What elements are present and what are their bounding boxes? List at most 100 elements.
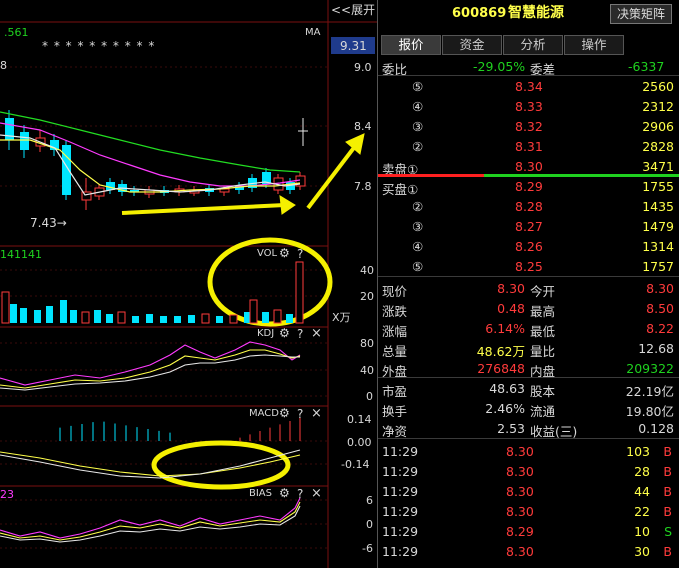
help-icon[interactable]: ? <box>297 248 303 260</box>
vol-label: VOL <box>257 248 278 259</box>
stat-value: 276848 <box>477 361 525 376</box>
macd-y1: 0.14 <box>347 413 372 426</box>
buys-level: ④ <box>412 239 424 254</box>
decision-matrix-button[interactable]: 决策矩阵 <box>610 4 672 24</box>
buys-volume: 1757 <box>642 259 674 274</box>
gear-icon[interactable]: ⚙ <box>279 487 290 499</box>
buys-level: ③ <box>412 219 424 234</box>
volume-bar <box>146 314 153 323</box>
price-top: 9.31 <box>340 39 367 53</box>
weibi-row: 委比 -29.05% 委差 -6337 <box>382 59 665 77</box>
volume-bar <box>160 316 167 323</box>
stat-row: 净资 2.53 收益(三) 0.128 <box>378 418 679 439</box>
buys-price: 8.28 <box>515 199 543 214</box>
stat-row: 涨跌 0.48 最高 8.50 <box>378 298 679 319</box>
stat-value: 2.53 <box>497 421 525 436</box>
help-icon[interactable]: ? <box>297 408 303 420</box>
volume-bar <box>286 314 293 323</box>
close-icon[interactable]: × <box>311 407 322 420</box>
stat-value: 8.30 <box>646 281 674 296</box>
bias-y2: 0 <box>366 518 373 531</box>
buys-level: ② <box>412 199 424 214</box>
stat-value: 8.30 <box>497 281 525 296</box>
help-icon[interactable]: ? <box>297 328 303 340</box>
close-icon[interactable]: × <box>311 327 322 340</box>
stat-row: 市盈 48.63 股本 22.19亿 <box>378 378 679 399</box>
buys-price: 8.25 <box>515 259 543 274</box>
tick-row: 11:29 8.30 44 B <box>378 481 679 501</box>
buys-level: ⑤ <box>412 259 424 274</box>
stat-value: 48.63 <box>489 381 525 396</box>
gear-icon[interactable]: ⚙ <box>279 247 290 259</box>
bias-series: 23 <box>0 488 14 501</box>
tick-side: B <box>663 444 672 459</box>
tick-side: S <box>664 524 672 539</box>
buys-volume: 1479 <box>642 219 674 234</box>
kdj-y80: 80 <box>360 337 374 350</box>
sells-volume: 3471 <box>642 159 674 174</box>
tick-side: B <box>663 484 672 499</box>
tick-price: 8.29 <box>506 524 534 539</box>
kline-chart[interactable] <box>0 0 377 568</box>
quote-panel: 600869 智慧能源 决策矩阵 报价 资金 分析 操作 委比 -29.05% … <box>377 0 679 568</box>
stat-row: 换手 2.46% 流通 19.80亿 <box>378 398 679 419</box>
volume-bar <box>117 311 126 324</box>
close-icon[interactable]: × <box>311 487 322 500</box>
tick-volume: 103 <box>626 444 650 459</box>
stat-value: 8.22 <box>646 321 674 336</box>
expand-button[interactable]: <<展开 <box>331 4 375 16</box>
tick-time: 11:29 <box>382 484 419 499</box>
gear-icon[interactable]: ⚙ <box>279 407 290 419</box>
volume-bar <box>20 308 27 323</box>
buys-price: 8.26 <box>515 239 543 254</box>
volume-bar <box>81 311 90 324</box>
buys-row: ③ 8.27 1479 <box>378 216 679 236</box>
stat-value: 6.14% <box>485 321 525 336</box>
kline-chart-panel[interactable]: <<展开 .561 * * * * * * * * * * MA 8 9.31 … <box>0 0 377 568</box>
tick-volume: 30 <box>634 544 650 559</box>
low-price-mark: 7.43→ <box>30 216 67 230</box>
volume-bar <box>273 309 282 324</box>
sells-price: 8.33 <box>515 99 543 114</box>
ma-line-magenta <box>0 122 301 187</box>
left-axis-num: 8 <box>0 59 7 72</box>
sells-price: 8.34 <box>515 79 543 94</box>
y-9.0: 9.0 <box>354 61 372 74</box>
buys-row: ② 8.28 1435 <box>378 196 679 216</box>
tick-time: 11:29 <box>382 444 419 459</box>
volume-bar <box>295 261 304 324</box>
macd-y3: -0.14 <box>341 458 370 471</box>
stat-row: 外盘 276848 内盘 209322 <box>378 358 679 379</box>
tick-volume: 28 <box>634 464 650 479</box>
macd-y2: 0.00 <box>347 436 372 449</box>
tick-row: 11:29 8.30 30 B <box>378 541 679 561</box>
tick-price: 8.30 <box>506 444 534 459</box>
tab-funds[interactable]: 资金 <box>442 35 502 55</box>
candle <box>62 145 71 195</box>
buys-row: ④ 8.26 1314 <box>378 236 679 256</box>
vol-series: 141141 <box>0 248 42 261</box>
help-icon[interactable]: ? <box>297 488 303 500</box>
buys-row: 买盘① 8.29 1755 <box>378 176 679 197</box>
volume-bar <box>188 315 195 323</box>
tick-volume: 44 <box>634 484 650 499</box>
sells-row: ⑤ 8.34 2560 <box>378 76 679 96</box>
sells-level: ⑤ <box>412 79 424 94</box>
annotation-circle-macd <box>151 440 291 490</box>
tab-operation[interactable]: 操作 <box>564 35 624 55</box>
tab-analysis[interactable]: 分析 <box>503 35 563 55</box>
volume-bar <box>1 291 10 324</box>
macd-label: MACD <box>249 408 279 419</box>
candle <box>20 132 29 150</box>
tick-row: 11:29 8.30 103 B <box>378 441 679 461</box>
tick-price: 8.30 <box>506 504 534 519</box>
stat-value: 0.48 <box>497 301 525 316</box>
stat-row: 现价 8.30 今开 8.30 <box>378 278 679 299</box>
buys-volume: 1314 <box>642 239 674 254</box>
kdj-y0: 0 <box>366 390 373 403</box>
buys-price: 8.29 <box>515 179 543 194</box>
tab-quote[interactable]: 报价 <box>381 35 441 55</box>
gear-icon[interactable]: ⚙ <box>279 327 290 339</box>
stat-value: 0.128 <box>638 421 674 436</box>
bias-label: BIAS <box>249 488 272 499</box>
